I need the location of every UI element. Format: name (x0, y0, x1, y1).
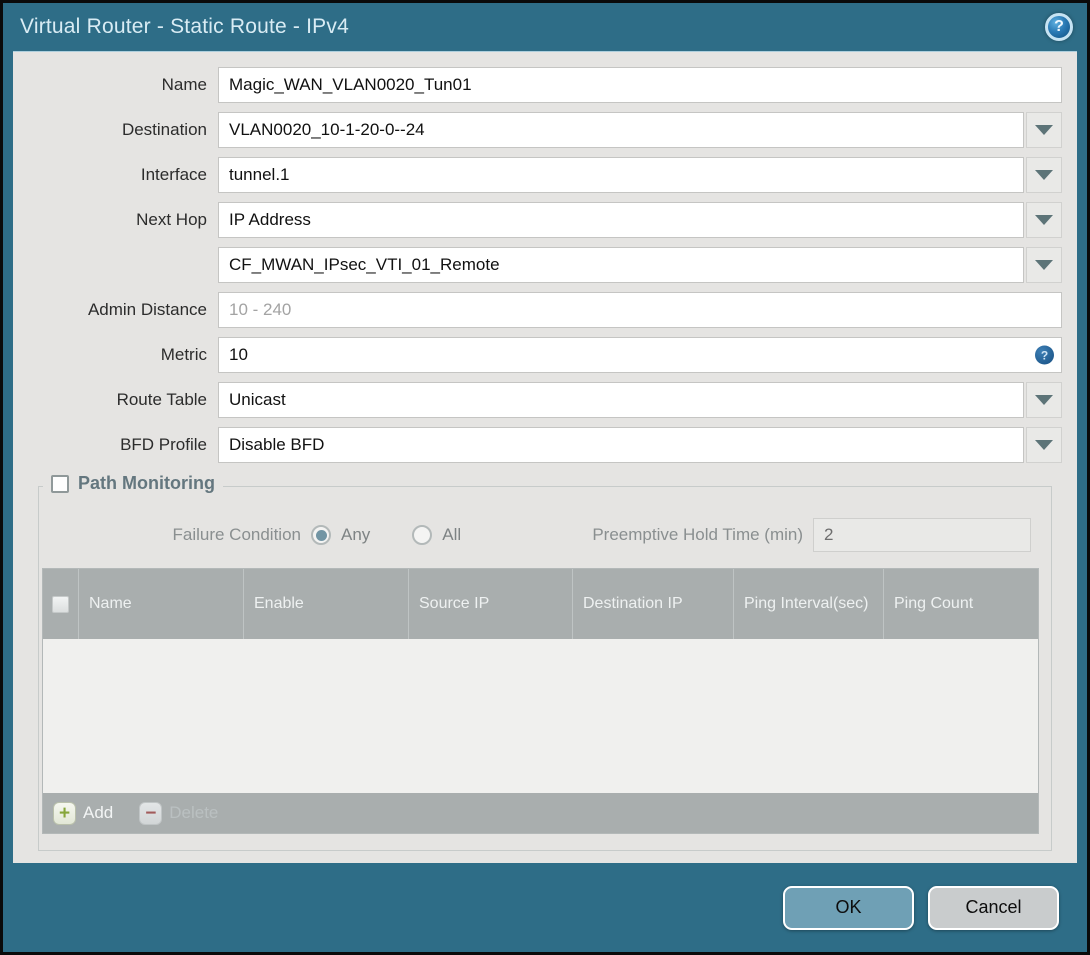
chevron-down-icon (1035, 170, 1053, 180)
chevron-down-icon (1035, 125, 1053, 135)
column-header-enable[interactable]: Enable (243, 569, 408, 639)
route-table-label: Route Table (116, 390, 207, 409)
next-hop-type-input[interactable] (218, 202, 1024, 238)
bfd-profile-label: BFD Profile (120, 435, 207, 454)
destination-input[interactable] (218, 112, 1024, 148)
column-header-ping-interval[interactable]: Ping Interval(sec) (733, 569, 883, 639)
name-label: Name (161, 75, 207, 94)
destination-dropdown-button[interactable] (1026, 112, 1062, 148)
bfd-profile-dropdown-button[interactable] (1026, 427, 1062, 463)
help-icon[interactable]: ? (1045, 13, 1073, 41)
admin-distance-label: Admin Distance (87, 300, 207, 319)
metric-row: Metric ? (13, 337, 1062, 373)
failure-condition-radio-group: Any All (311, 525, 461, 545)
preemptive-hold-time-field: Preemptive Hold Time (min) (592, 518, 1031, 552)
chevron-down-icon (1035, 395, 1053, 405)
interface-label: Interface (140, 165, 207, 184)
add-button-label: Add (83, 803, 114, 822)
metric-input[interactable] (218, 337, 1062, 373)
dialog-footer: OK Cancel (3, 863, 1087, 952)
next-hop-row: Next Hop (13, 202, 1062, 238)
ok-button[interactable]: OK (783, 885, 914, 930)
metric-label: Metric (160, 345, 207, 364)
radio-all-label: All (442, 525, 462, 544)
admin-distance-input[interactable] (218, 292, 1062, 328)
column-header-ping-count[interactable]: Ping Count (883, 569, 1038, 639)
path-monitoring-checkbox[interactable] (51, 474, 69, 493)
path-monitoring-legend: Path Monitoring (43, 473, 223, 494)
path-monitoring-group: Path Monitoring Failure Condition Any Al… (38, 473, 1052, 851)
next-hop-address-row (13, 247, 1062, 283)
admin-distance-row: Admin Distance (13, 292, 1062, 328)
chevron-down-icon (1035, 440, 1053, 450)
radio-any-label: Any (341, 525, 371, 544)
interface-row: Interface (13, 157, 1062, 193)
route-table-input[interactable] (218, 382, 1024, 418)
chevron-down-icon (1035, 215, 1053, 225)
bfd-profile-row: BFD Profile (13, 427, 1062, 463)
path-monitoring-title: Path Monitoring (78, 473, 215, 493)
route-table-row: Route Table (13, 382, 1062, 418)
cancel-button[interactable]: Cancel (928, 885, 1059, 930)
name-input[interactable] (218, 67, 1062, 103)
failure-condition-row: Failure Condition Any All Preemptive Hol… (39, 518, 1051, 552)
next-hop-type-dropdown-button[interactable] (1026, 202, 1062, 238)
name-row: Name (13, 67, 1062, 103)
radio-any-circle[interactable] (311, 525, 331, 545)
radio-all-circle[interactable] (412, 525, 433, 545)
table-footer: + Add − Delete (43, 793, 1038, 833)
chevron-down-icon (1035, 260, 1053, 270)
table-header-checkbox-cell (43, 569, 78, 639)
route-table-dropdown-button[interactable] (1026, 382, 1062, 418)
preemptive-hold-time-input[interactable] (813, 518, 1031, 552)
bfd-profile-input[interactable] (218, 427, 1024, 463)
column-header-name[interactable]: Name (78, 569, 243, 639)
destination-row: Destination (13, 112, 1062, 148)
select-all-checkbox[interactable] (52, 595, 69, 613)
metric-help-icon[interactable]: ? (1035, 345, 1054, 365)
failure-condition-label: Failure Condition (172, 525, 301, 544)
preemptive-hold-time-label: Preemptive Hold Time (min) (592, 525, 803, 544)
radio-all[interactable]: All (412, 525, 461, 545)
column-header-destination-ip[interactable]: Destination IP (572, 569, 733, 639)
path-monitoring-table: Name Enable Source IP Destination IP Pin… (42, 568, 1039, 834)
destination-label: Destination (121, 120, 207, 139)
interface-dropdown-button[interactable] (1026, 157, 1062, 193)
dialog-titlebar: Virtual Router - Static Route - IPv4 ? (3, 3, 1087, 51)
next-hop-label: Next Hop (136, 210, 207, 229)
table-header: Name Enable Source IP Destination IP Pin… (43, 569, 1038, 639)
add-button[interactable]: + Add (53, 801, 114, 825)
dialog-content: Name Destination Interface (13, 51, 1077, 863)
next-hop-address-dropdown-button[interactable] (1026, 247, 1062, 283)
interface-input[interactable] (218, 157, 1024, 193)
dialog-title: Virtual Router - Static Route - IPv4 (20, 15, 349, 38)
table-body-empty (43, 639, 1038, 793)
minus-icon: − (139, 801, 163, 825)
delete-button[interactable]: − Delete (139, 801, 219, 825)
plus-icon: + (53, 801, 76, 825)
delete-button-label: Delete (169, 803, 219, 822)
column-header-source-ip[interactable]: Source IP (408, 569, 572, 639)
radio-any[interactable]: Any (311, 525, 370, 545)
static-route-dialog: Virtual Router - Static Route - IPv4 ? N… (0, 0, 1090, 955)
next-hop-address-input[interactable] (218, 247, 1024, 283)
